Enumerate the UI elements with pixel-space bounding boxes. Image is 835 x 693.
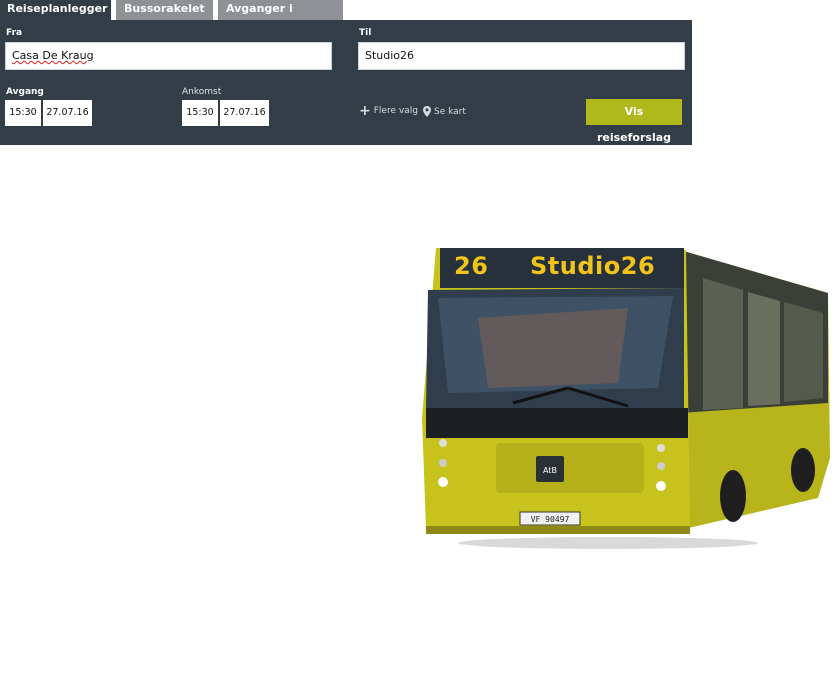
bus-illustration: AtB VF 90497 xyxy=(422,248,830,549)
arrival-label: Ankomst xyxy=(182,87,222,97)
see-map-link[interactable]: Se kart xyxy=(423,106,466,117)
departure-date-input[interactable]: 27.07.16 xyxy=(43,100,92,126)
bus-plate: VF 90497 xyxy=(531,515,570,524)
show-trip-suggestions-button[interactable]: Vis reiseforslag xyxy=(586,99,682,144)
tab-avganger-i-sanntid[interactable]: Avganger i sanntid xyxy=(218,0,343,32)
from-label: Fra xyxy=(6,28,23,38)
arrival-date-input[interactable]: 27.07.16 xyxy=(220,100,269,126)
see-map-label: Se kart xyxy=(434,106,466,117)
from-input[interactable]: Casa De Kraug xyxy=(5,42,332,70)
bus-route-number: 26 xyxy=(454,252,489,280)
plus-icon: + xyxy=(359,103,371,119)
to-input[interactable]: Studio26 xyxy=(358,42,685,70)
tab-bar: Reiseplanlegger Bussorakelet Avganger i … xyxy=(0,0,692,32)
departure-time-input[interactable]: 15:30 xyxy=(5,100,41,126)
more-options-label: Flere valg xyxy=(373,106,418,116)
departure-label: Avgang xyxy=(6,87,44,97)
from-value: Casa De Kraug xyxy=(12,49,94,62)
tab-reiseplanlegger[interactable]: Reiseplanlegger xyxy=(0,0,111,20)
tab-bussorakelet[interactable]: Bussorakelet xyxy=(116,0,213,20)
map-pin-icon xyxy=(423,106,431,117)
travel-planner-panel: Fra Casa De Kraug Til Studio26 Avgang 15… xyxy=(0,20,692,145)
more-options-link[interactable]: + Flere valg xyxy=(359,103,418,119)
arrival-time-input[interactable]: 15:30 xyxy=(182,100,218,126)
bus-image: AtB VF 90497 26 Studio26 xyxy=(418,238,835,558)
to-label: Til xyxy=(359,28,372,38)
bus-destination-sign: Studio26 xyxy=(530,252,656,280)
bus-logo: AtB xyxy=(543,466,557,475)
